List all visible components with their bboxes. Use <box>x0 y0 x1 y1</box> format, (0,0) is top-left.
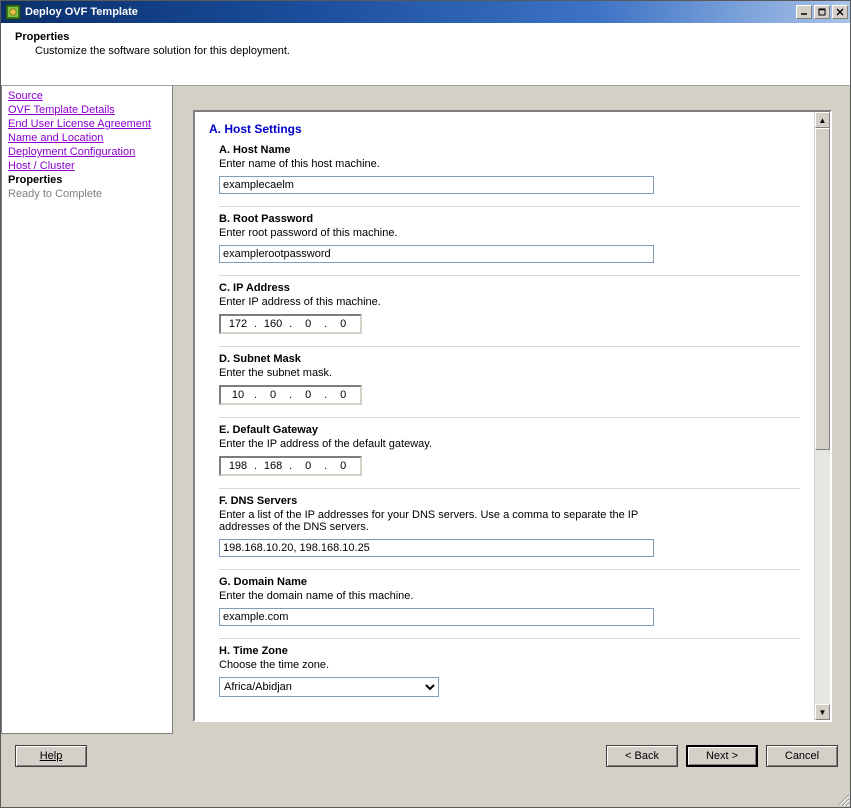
nav-properties: Properties <box>8 174 166 186</box>
label-root-password: B. Root Password <box>219 213 800 225</box>
ip-octet[interactable] <box>258 318 288 330</box>
ip-octet[interactable] <box>258 460 288 472</box>
scroll-down-button[interactable]: ▼ <box>815 704 830 720</box>
desc-root-password: Enter root password of this machine. <box>219 227 669 239</box>
ip-octet[interactable] <box>328 318 358 330</box>
ip-octet[interactable] <box>223 318 253 330</box>
wizard-nav: Source OVF Template Details End User Lic… <box>1 86 173 734</box>
desc-dns: Enter a list of the IP addresses for you… <box>219 509 669 533</box>
desc-ip-address: Enter IP address of this machine. <box>219 296 669 308</box>
minimize-button[interactable] <box>796 5 812 19</box>
resize-grip-icon[interactable] <box>836 793 850 807</box>
app-icon <box>5 4 21 20</box>
nav-eula[interactable]: End User License Agreement <box>8 118 166 130</box>
label-host-name: A. Host Name <box>219 144 800 156</box>
ip-input-subnet-mask[interactable]: . . . <box>219 385 362 405</box>
input-domain[interactable] <box>219 608 654 626</box>
back-button[interactable]: < Back <box>606 745 678 767</box>
titlebar: Deploy OVF Template <box>1 1 850 23</box>
cancel-button[interactable]: Cancel <box>766 745 838 767</box>
desc-subnet-mask: Enter the subnet mask. <box>219 367 669 379</box>
desc-timezone: Choose the time zone. <box>219 659 669 671</box>
wizard-header: Properties Customize the software soluti… <box>1 23 850 86</box>
main-panel: A. Host Settings A. Host Name Enter name… <box>173 86 850 734</box>
nav-source[interactable]: Source <box>8 90 166 102</box>
nav-deployment-config[interactable]: Deployment Configuration <box>8 146 166 158</box>
select-timezone[interactable]: Africa/Abidjan <box>219 677 439 697</box>
ip-octet[interactable] <box>293 318 323 330</box>
ip-octet[interactable] <box>223 389 253 401</box>
content-frame: A. Host Settings A. Host Name Enter name… <box>193 110 832 722</box>
ip-octet[interactable] <box>328 389 358 401</box>
scroll-up-button[interactable]: ▲ <box>815 112 830 128</box>
ip-octet[interactable] <box>293 389 323 401</box>
field-dns: F. DNS Servers Enter a list of the IP ad… <box>219 495 800 570</box>
nav-host-cluster[interactable]: Host / Cluster <box>8 160 166 172</box>
ip-input-ip-address[interactable]: . . . <box>219 314 362 334</box>
scroll-thumb[interactable] <box>815 128 830 450</box>
ip-octet[interactable] <box>328 460 358 472</box>
field-ip-address: C. IP Address Enter IP address of this m… <box>219 282 800 347</box>
ip-input-gateway[interactable]: . . . <box>219 456 362 476</box>
scrollbar-vertical[interactable]: ▲ ▼ <box>814 112 830 720</box>
input-host-name[interactable] <box>219 176 654 194</box>
nav-name-location[interactable]: Name and Location <box>8 132 166 144</box>
maximize-button[interactable] <box>814 5 830 19</box>
page-description: Customize the software solution for this… <box>35 45 836 57</box>
label-dns: F. DNS Servers <box>219 495 800 507</box>
body-area: Source OVF Template Details End User Lic… <box>1 86 850 734</box>
ip-octet[interactable] <box>258 389 288 401</box>
desc-host-name: Enter name of this host machine. <box>219 158 669 170</box>
content-scroll: A. Host Settings A. Host Name Enter name… <box>195 112 814 720</box>
field-gateway: E. Default Gateway Enter the IP address … <box>219 424 800 489</box>
field-root-password: B. Root Password Enter root password of … <box>219 213 800 276</box>
nav-ready-complete: Ready to Complete <box>8 188 166 200</box>
field-subnet-mask: D. Subnet Mask Enter the subnet mask. . … <box>219 353 800 418</box>
help-button[interactable]: Help <box>15 745 87 767</box>
ip-octet[interactable] <box>293 460 323 472</box>
field-domain: G. Domain Name Enter the domain name of … <box>219 576 800 639</box>
window-controls <box>794 5 848 19</box>
page-title: Properties <box>15 31 836 43</box>
nav-ovf-details[interactable]: OVF Template Details <box>8 104 166 116</box>
ip-octet[interactable] <box>223 460 253 472</box>
close-button[interactable] <box>832 5 848 19</box>
label-ip-address: C. IP Address <box>219 282 800 294</box>
desc-gateway: Enter the IP address of the default gate… <box>219 438 669 450</box>
section-host-settings: A. Host Settings <box>209 122 800 136</box>
input-root-password[interactable] <box>219 245 654 263</box>
window-title: Deploy OVF Template <box>25 6 794 18</box>
input-dns[interactable] <box>219 539 654 557</box>
desc-domain: Enter the domain name of this machine. <box>219 590 669 602</box>
label-gateway: E. Default Gateway <box>219 424 800 436</box>
label-timezone: H. Time Zone <box>219 645 800 657</box>
wizard-footer: Help < Back Next > Cancel <box>1 734 850 778</box>
field-host-name: A. Host Name Enter name of this host mac… <box>219 144 800 207</box>
field-timezone: H. Time Zone Choose the time zone. Afric… <box>219 645 800 701</box>
next-button[interactable]: Next > <box>686 745 758 767</box>
label-domain: G. Domain Name <box>219 576 800 588</box>
label-subnet-mask: D. Subnet Mask <box>219 353 800 365</box>
